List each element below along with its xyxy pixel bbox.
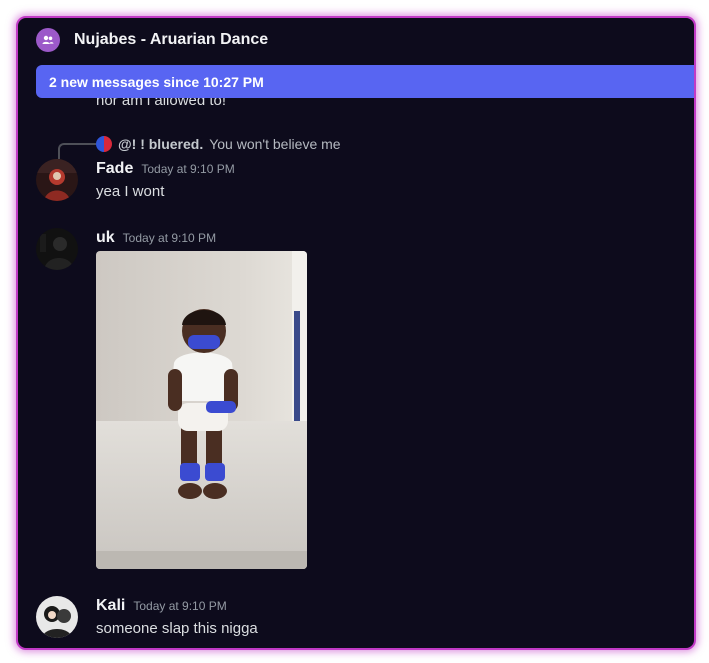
- message-header: uk Today at 9:10 PM: [96, 229, 216, 247]
- reply-text: You won't believe me: [209, 136, 341, 152]
- channel-title: Nujabes - Aruarian Dance: [74, 31, 269, 48]
- new-messages-bar[interactable]: 2 new messages since 10:27 PM: [36, 65, 694, 98]
- message-text: someone slap this nigga: [96, 620, 258, 637]
- message-author[interactable]: Fade: [96, 160, 133, 178]
- reply-spine: [58, 143, 96, 159]
- message-header: Fade Today at 9:10 PM: [96, 160, 235, 178]
- message-text: yea I wont: [96, 183, 165, 200]
- message-header: Kali Today at 9:10 PM: [96, 597, 227, 615]
- message-timestamp: Today at 9:10 PM: [122, 231, 217, 245]
- avatar[interactable]: [36, 228, 78, 270]
- message-timestamp: Today at 9:10 PM: [141, 162, 235, 176]
- new-messages-text: 2 new messages since 10:27 PM: [49, 73, 264, 90]
- image-attachment[interactable]: [96, 251, 307, 569]
- chat-window: Nujabes - Aruarian Dance nor am i allowe…: [16, 16, 696, 650]
- avatar[interactable]: [36, 159, 78, 201]
- reply-avatar: [96, 136, 112, 152]
- channel-header: Nujabes - Aruarian Dance: [18, 18, 694, 62]
- group-dm-icon: [36, 28, 60, 52]
- avatar[interactable]: [36, 596, 78, 638]
- message-author[interactable]: uk: [96, 229, 115, 247]
- reply-preview[interactable]: @! ! bluered. You won't believe me: [96, 135, 341, 153]
- message-timestamp: Today at 9:10 PM: [133, 599, 227, 613]
- reply-author[interactable]: @! ! bluered.: [118, 136, 203, 152]
- message-author[interactable]: Kali: [96, 597, 125, 615]
